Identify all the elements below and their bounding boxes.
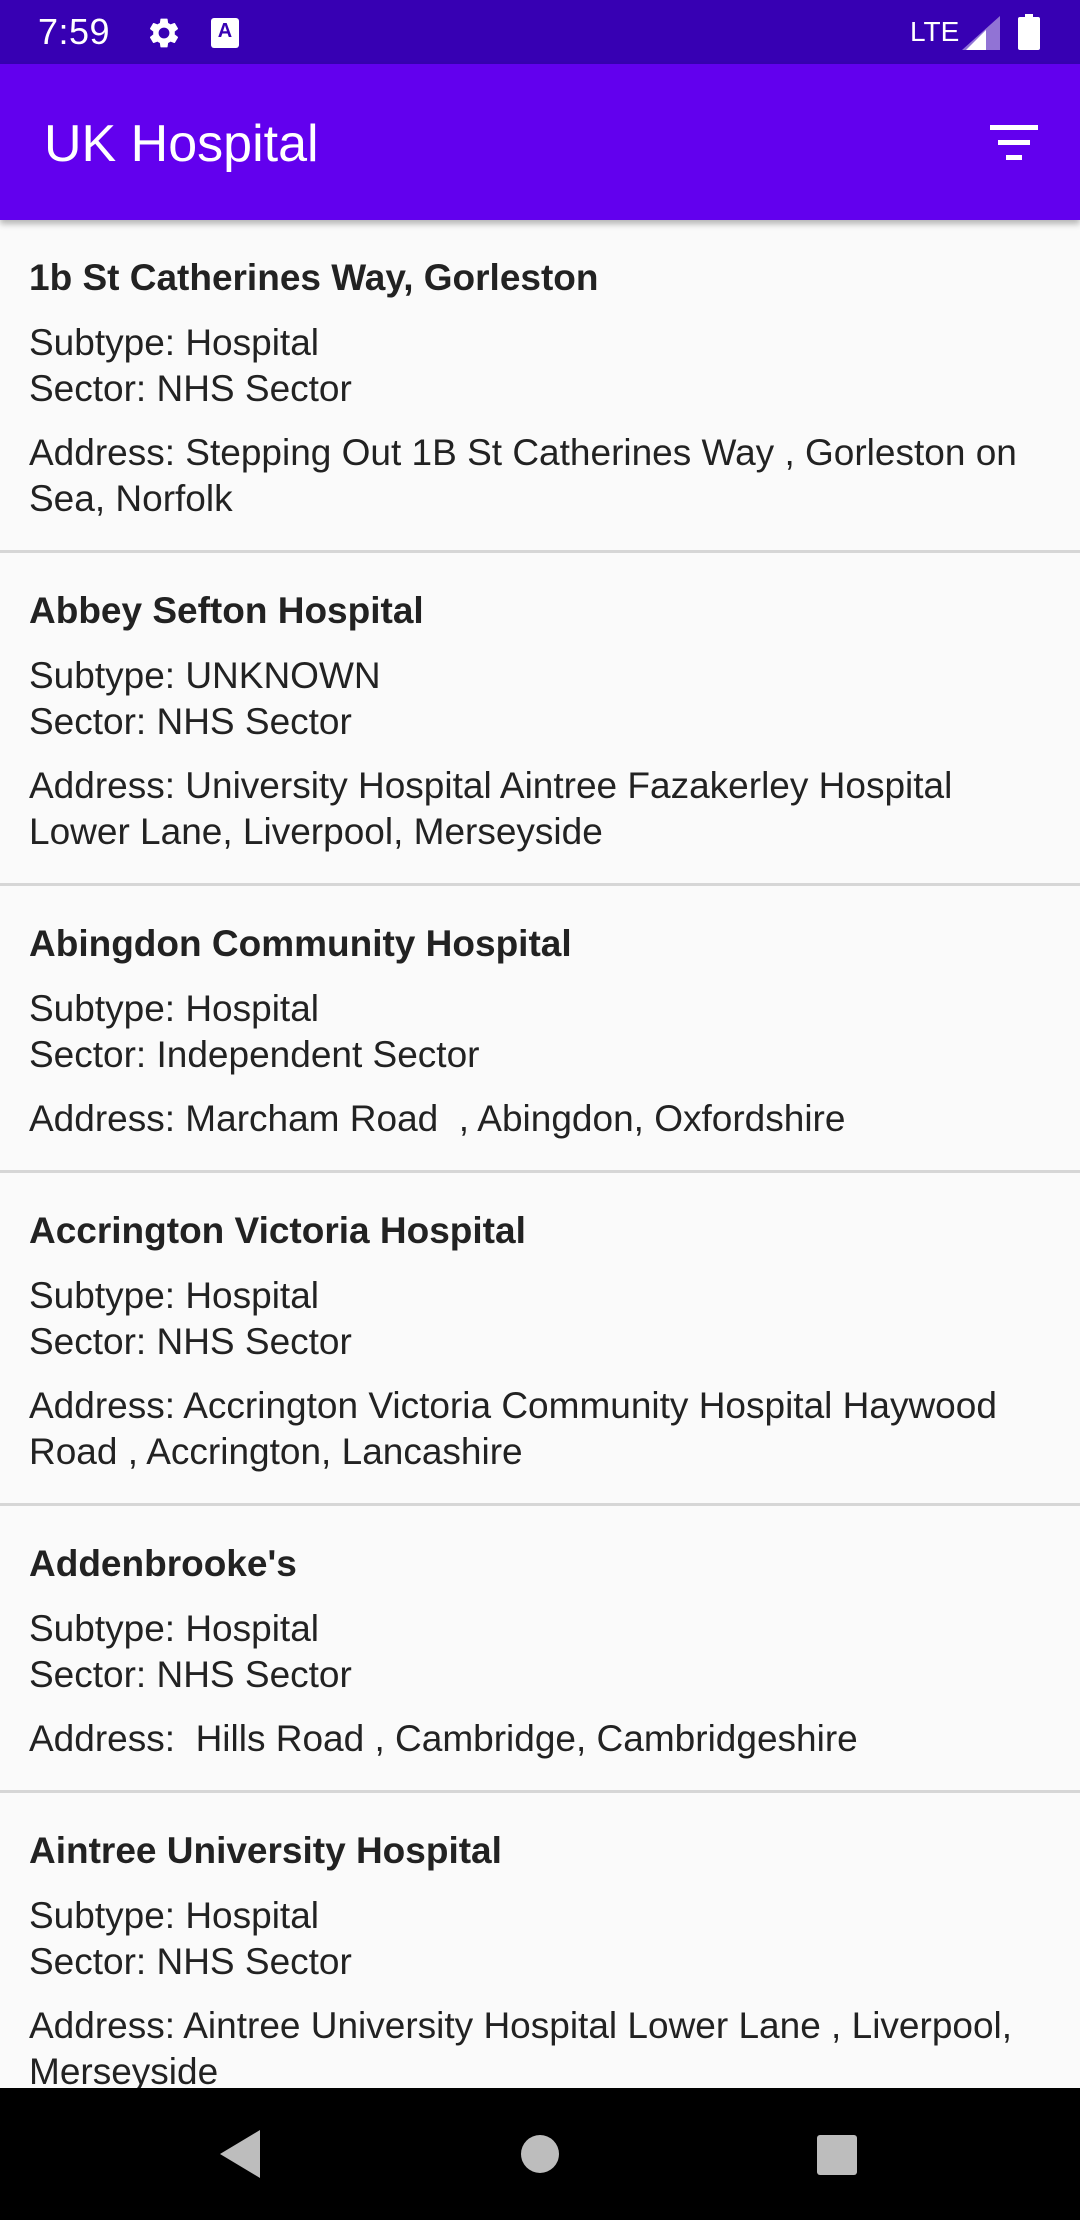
filter-icon[interactable] xyxy=(984,115,1044,171)
recents-icon[interactable] xyxy=(816,2134,858,2176)
app-title: UK Hospital xyxy=(44,115,319,173)
hospital-address: Address: Stepping Out 1B St Catherines W… xyxy=(29,432,1028,519)
hospital-address: Address: Accrington Victoria Community H… xyxy=(29,1385,1008,1472)
hospital-list-item[interactable]: Aintree University Hospital Subtype: Hos… xyxy=(0,1793,1080,2088)
hospital-list[interactable]: 1b St Catherines Way, Gorleston Subtype:… xyxy=(0,220,1080,2088)
navigation-bar xyxy=(0,2088,1080,2220)
hospital-subtype: Subtype: Hospital xyxy=(29,1608,320,1649)
home-icon[interactable] xyxy=(520,2134,560,2174)
hospital-list-item[interactable]: Addenbrooke's Subtype: Hospital Sector: … xyxy=(0,1506,1080,1793)
hospital-subtype: Subtype: Hospital xyxy=(29,988,320,1029)
hospital-name: Abbey Sefton Hospital xyxy=(29,590,424,631)
signal-icon xyxy=(962,16,1000,50)
hospital-list-item[interactable]: Accrington Victoria Hospital Subtype: Ho… xyxy=(0,1173,1080,1506)
back-icon[interactable] xyxy=(216,2128,264,2180)
gear-icon xyxy=(149,18,179,48)
hospital-sector: Sector: Independent Sector xyxy=(29,1034,480,1075)
hospital-subtype: Subtype: Hospital xyxy=(29,1895,320,1936)
app-bar: UK Hospital xyxy=(0,64,1080,220)
battery-icon xyxy=(1018,14,1040,50)
hospital-sector: Sector: NHS Sector xyxy=(29,1321,352,1362)
hospital-name: 1b St Catherines Way, Gorleston xyxy=(29,257,599,298)
hospital-subtype: Subtype: UNKNOWN xyxy=(29,655,381,696)
a-icon: A xyxy=(211,18,239,48)
hospital-subtype: Subtype: Hospital xyxy=(29,322,320,363)
status-bar: 7:59 A LTE xyxy=(0,0,1080,64)
status-time: 7:59 xyxy=(38,11,111,52)
hospital-list-item[interactable]: 1b St Catherines Way, Gorleston Subtype:… xyxy=(0,220,1080,553)
hospital-sector: Sector: NHS Sector xyxy=(29,1941,352,1982)
hospital-subtype: Subtype: Hospital xyxy=(29,1275,320,1316)
hospital-address: Address: University Hospital Aintree Faz… xyxy=(29,765,963,852)
hospital-sector: Sector: NHS Sector xyxy=(29,1654,352,1695)
a-icon-letter: A xyxy=(217,20,233,42)
hospital-address: Address: Hills Road , Cambridge, Cambrid… xyxy=(29,1718,858,1759)
hospital-address: Address: Marcham Road , Abingdon, Oxford… xyxy=(29,1098,846,1139)
hospital-list-item[interactable]: Abbey Sefton Hospital Subtype: UNKNOWN S… xyxy=(0,553,1080,886)
hospital-name: Abingdon Community Hospital xyxy=(29,923,572,964)
hospital-address: Address: Aintree University Hospital Low… xyxy=(29,2005,1023,2088)
hospital-sector: Sector: NHS Sector xyxy=(29,701,352,742)
hospital-name: Aintree University Hospital xyxy=(29,1830,502,1871)
hospital-list-item[interactable]: Abingdon Community Hospital Subtype: Hos… xyxy=(0,886,1080,1173)
hospital-sector: Sector: NHS Sector xyxy=(29,368,352,409)
screen: 7:59 A LTE UK Hospital 1b St Catherines … xyxy=(0,0,1080,2220)
hospital-name: Accrington Victoria Hospital xyxy=(29,1210,526,1251)
network-type: LTE xyxy=(910,16,960,47)
hospital-name: Addenbrooke's xyxy=(29,1543,297,1584)
